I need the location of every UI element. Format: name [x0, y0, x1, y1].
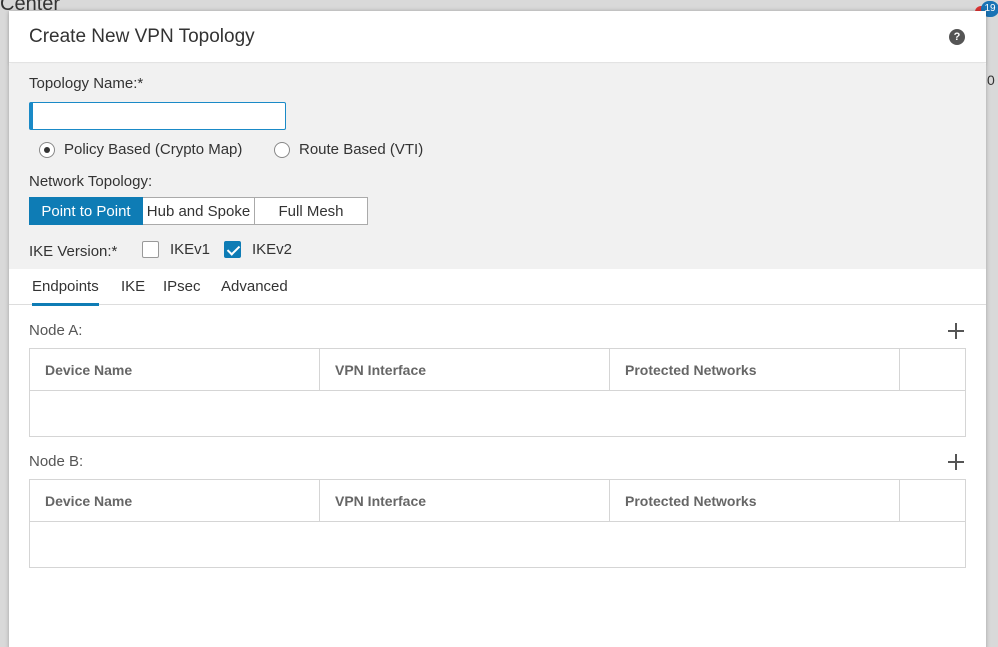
topology-name-label: Topology Name:* — [29, 75, 144, 92]
tab-ipsec[interactable]: IPsec — [163, 278, 201, 303]
radio-route-based-label: Route Based (VTI) — [299, 141, 424, 158]
radio-policy-based[interactable]: Policy Based (Crypto Map) — [39, 141, 242, 158]
node-b-table: Device Name VPN Interface Protected Netw… — [29, 479, 966, 568]
column-header-device-name: Device Name — [30, 480, 320, 521]
topology-config-section: Topology Name:* Policy Based (Crypto Map… — [9, 64, 986, 269]
ikev2-label: IKEv2 — [252, 241, 293, 258]
tab-ike[interactable]: IKE — [121, 278, 145, 303]
radio-route-based[interactable]: Route Based (VTI) — [274, 141, 423, 158]
help-icon[interactable]: ? — [949, 29, 965, 45]
column-header-vpn-interface: VPN Interface — [320, 349, 610, 390]
topology-name-input[interactable] — [29, 102, 286, 130]
node-a-table: Device Name VPN Interface Protected Netw… — [29, 348, 966, 437]
radio-unselected-icon — [274, 141, 290, 158]
topology-full-mesh-button[interactable]: Full Mesh — [255, 197, 368, 225]
tab-endpoints[interactable]: Endpoints — [32, 278, 99, 306]
radio-policy-based-label: Policy Based (Crypto Map) — [64, 141, 243, 158]
network-topology-label: Network Topology: — [29, 173, 153, 190]
column-header-actions — [900, 480, 965, 521]
checkbox-checked-icon — [224, 241, 241, 258]
create-vpn-topology-dialog: Create New VPN Topology ? Topology Name:… — [9, 11, 986, 647]
tab-advanced[interactable]: Advanced — [221, 278, 288, 303]
ikev2-checkbox[interactable]: IKEv2 — [224, 241, 292, 258]
dialog-title: Create New VPN Topology — [29, 26, 255, 47]
node-a-table-body — [30, 391, 965, 436]
column-header-protected-networks: Protected Networks — [610, 349, 900, 390]
radio-selected-icon — [39, 141, 55, 158]
network-topology-selector: Point to Point Hub and Spoke Full Mesh — [29, 197, 368, 225]
node-b-label: Node B: — [29, 453, 84, 470]
column-header-actions — [900, 349, 965, 390]
dialog-header: Create New VPN Topology ? — [9, 11, 986, 63]
ikev1-checkbox[interactable]: IKEv1 — [142, 241, 210, 258]
ike-version-label: IKE Version:* — [29, 243, 118, 260]
column-header-device-name: Device Name — [30, 349, 320, 390]
node-a-table-header: Device Name VPN Interface Protected Netw… — [30, 349, 965, 391]
add-node-b-plus-icon[interactable] — [948, 454, 964, 470]
column-header-vpn-interface: VPN Interface — [320, 480, 610, 521]
background-edge-text: 0 — [987, 72, 995, 88]
ikev1-label: IKEv1 — [170, 241, 211, 258]
topology-hub-and-spoke-button[interactable]: Hub and Spoke — [143, 197, 255, 225]
topology-point-to-point-button[interactable]: Point to Point — [29, 197, 143, 225]
node-b-table-header: Device Name VPN Interface Protected Netw… — [30, 480, 965, 522]
node-a-label: Node A: — [29, 322, 83, 339]
node-b-table-body — [30, 522, 965, 567]
column-header-protected-networks: Protected Networks — [610, 480, 900, 521]
checkbox-unchecked-icon — [142, 241, 159, 258]
tab-bar: Endpoints IKE IPsec Advanced — [9, 269, 986, 306]
add-node-a-plus-icon[interactable] — [948, 323, 964, 339]
